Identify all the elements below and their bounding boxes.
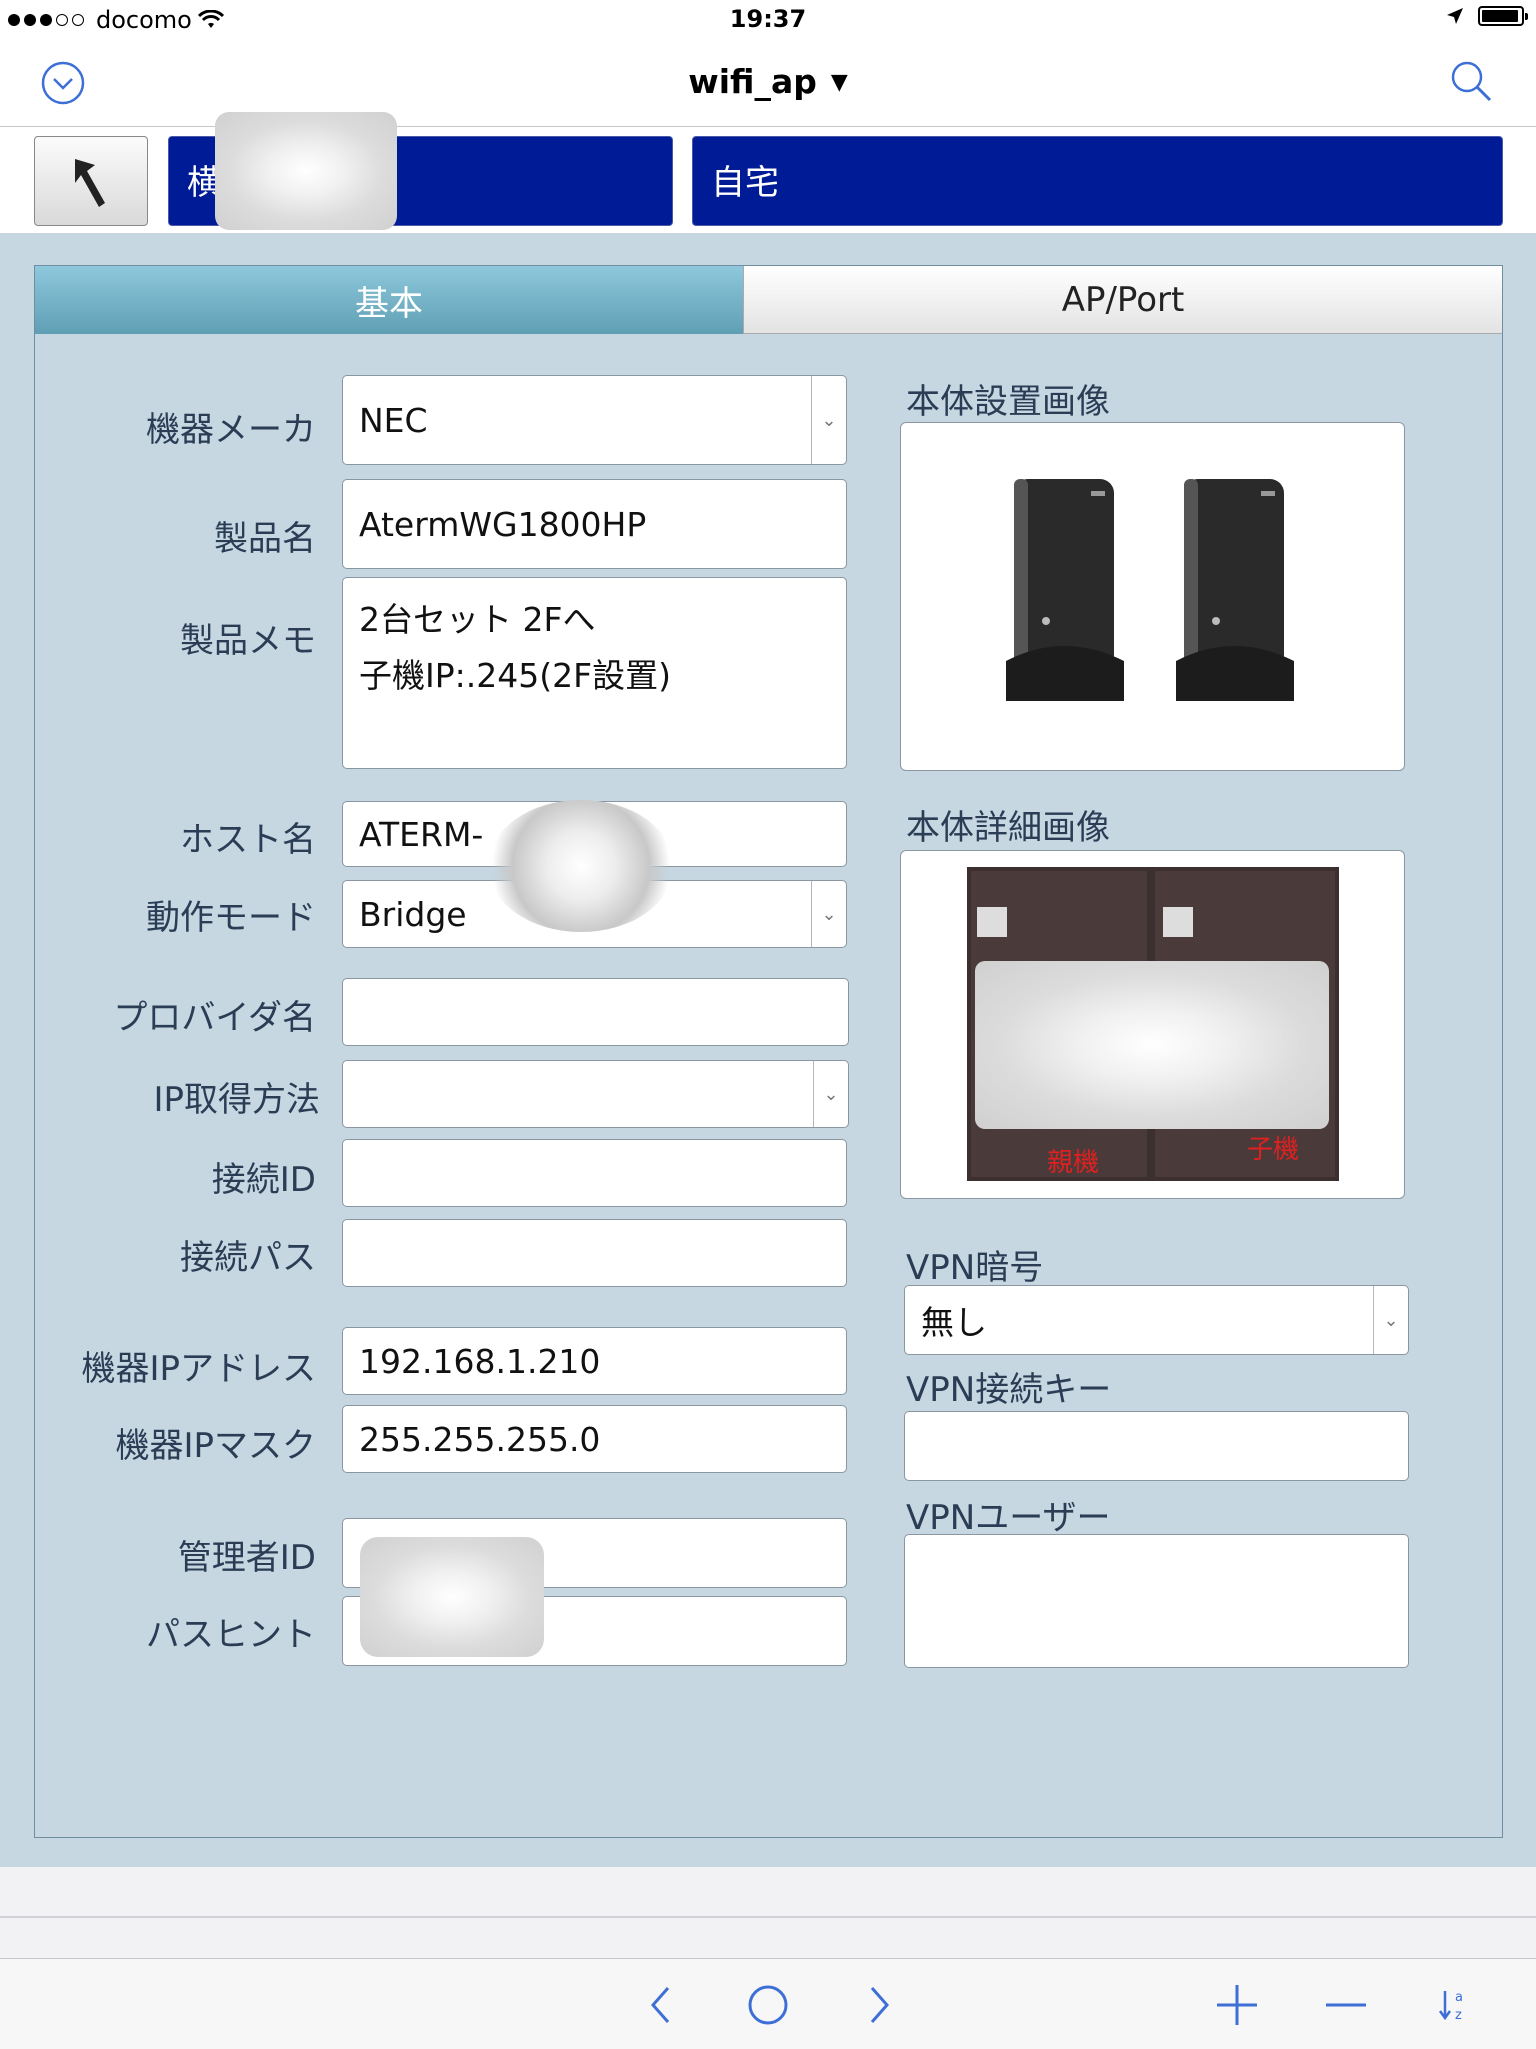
mode-label: 動作モード — [146, 898, 316, 938]
place-field[interactable]: 自宅 — [692, 136, 1503, 226]
location-arrow-icon — [1447, 8, 1463, 24]
install-image-label: 本体設置画像 — [906, 382, 1110, 422]
privacy-blur — [215, 112, 397, 230]
next-icon[interactable] — [860, 1975, 900, 2035]
remove-icon[interactable] — [1322, 1975, 1370, 2035]
ip-method-label: IP取得方法 — [153, 1080, 320, 1120]
provider-label: プロバイダ名 — [113, 998, 316, 1038]
chevron-down-icon: ⌄ — [811, 376, 846, 464]
product-name-field[interactable]: AtermWG1800HP — [342, 479, 847, 569]
conn-pass-label: 接続パス — [180, 1238, 316, 1278]
chevron-down-icon: ⌄ — [1373, 1286, 1408, 1354]
install-image[interactable] — [900, 422, 1405, 771]
vpn-cipher-label: VPN暗号 — [906, 1248, 1044, 1288]
product-name-label: 製品名 — [214, 519, 316, 559]
sort-az-icon[interactable]: a z — [1436, 1975, 1472, 2035]
device-mask-field[interactable]: 255.255.255.0 — [342, 1405, 847, 1473]
chevron-down-icon: ⌄ — [811, 881, 846, 947]
caret-down-icon: ▼ — [830, 70, 848, 95]
conn-id-label: 接続ID — [211, 1160, 316, 1200]
device-mask-label: 機器IPマスク — [115, 1426, 316, 1466]
router-photo — [1006, 479, 1294, 701]
layout-title[interactable]: wifi_ap ▼ — [0, 62, 1536, 101]
privacy-blur — [975, 961, 1329, 1129]
vpn-key-field[interactable] — [904, 1411, 1409, 1481]
privacy-blur — [360, 1537, 544, 1657]
home-circle-icon[interactable] — [744, 1975, 792, 2035]
battery-icon — [1478, 6, 1528, 26]
search-icon[interactable] — [1448, 58, 1494, 104]
pass-hint-label: パスヒント — [146, 1615, 316, 1655]
vpn-cipher-select[interactable]: 無し ⌄ — [904, 1285, 1409, 1355]
vpn-user-field[interactable] — [904, 1534, 1409, 1668]
detail-image[interactable]: 親機 子機 — [900, 850, 1405, 1199]
chevron-down-icon: ⌄ — [813, 1061, 848, 1127]
device-ip-label: 機器IPアドレス — [81, 1349, 316, 1389]
ip-method-select[interactable]: ⌄ — [342, 1060, 849, 1128]
child-unit-tag: 子機 — [1247, 1135, 1300, 1165]
prev-icon[interactable] — [640, 1975, 680, 2035]
provider-field[interactable] — [342, 978, 849, 1046]
divider — [0, 1916, 1536, 1918]
product-memo-field[interactable]: 2台セット 2Fへ 子機IP:.245(2F設置) — [342, 577, 847, 769]
clock: 19:37 — [729, 5, 807, 33]
svg-text:a: a — [1455, 1990, 1463, 2005]
tab-ap-port[interactable]: AP/Port — [743, 266, 1502, 334]
maker-select[interactable]: NEC ⌄ — [342, 375, 847, 465]
host-name-label: ホスト名 — [180, 820, 316, 860]
add-icon[interactable] — [1214, 1975, 1260, 2035]
back-button[interactable] — [34, 136, 148, 226]
tab-basic[interactable]: 基本 — [35, 266, 743, 334]
status-bar: docomo 19:37 — [0, 0, 1536, 42]
parent-unit-tag: 親機 — [1047, 1148, 1100, 1178]
conn-id-field[interactable] — [342, 1139, 847, 1207]
return-arrow-icon — [75, 159, 105, 207]
detail-image-label: 本体詳細画像 — [906, 808, 1110, 848]
device-ip-field[interactable]: 192.168.1.210 — [342, 1327, 847, 1395]
admin-id-label: 管理者ID — [177, 1538, 316, 1578]
product-memo-label: 製品メモ — [180, 621, 316, 661]
maker-label: 機器メーカ — [146, 410, 316, 450]
vpn-key-label: VPN接続キー — [906, 1370, 1112, 1410]
conn-pass-field[interactable] — [342, 1219, 847, 1287]
svg-text:z: z — [1455, 2008, 1462, 2023]
privacy-blur — [488, 800, 674, 932]
vpn-user-label: VPNユーザー — [906, 1498, 1111, 1538]
